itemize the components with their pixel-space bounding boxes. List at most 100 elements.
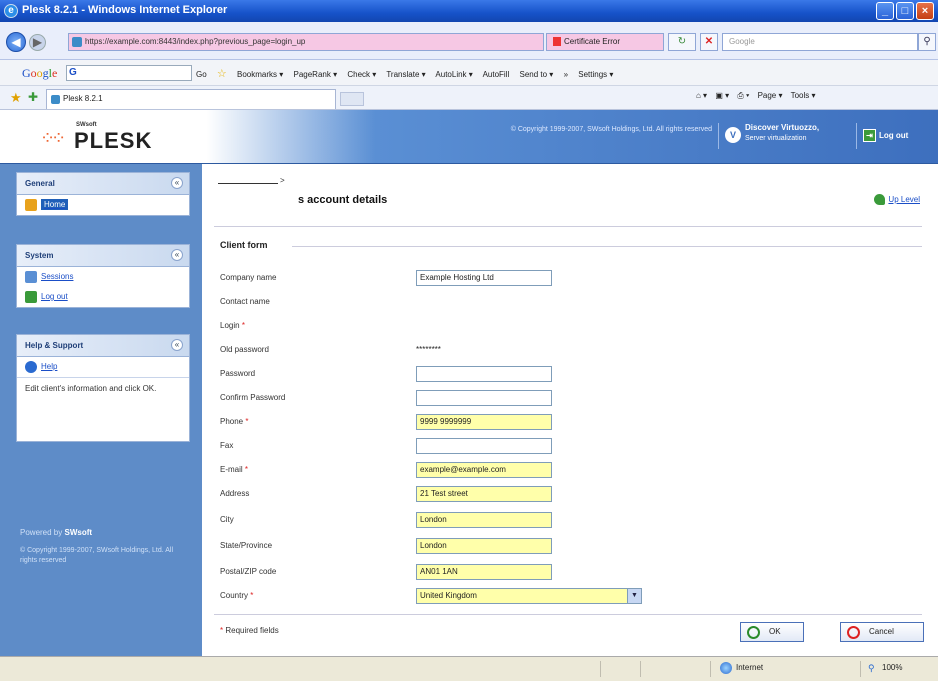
search-icon[interactable]: ⚲ (918, 33, 936, 51)
postal-code-field[interactable]: AN01 1AN (416, 564, 552, 580)
password-field[interactable] (416, 366, 552, 382)
country-label-text: Country (220, 591, 249, 600)
toolbar-pagerank[interactable]: PageRank ▾ (294, 70, 338, 79)
add-favorite-icon[interactable]: ✚ (28, 90, 38, 104)
google-logo: Google (22, 66, 58, 80)
breadcrumb-separator: > (280, 176, 285, 185)
cancel-button[interactable]: Cancel (840, 622, 924, 642)
collapse-icon[interactable]: « (171, 249, 183, 261)
toolbar-translate[interactable]: Translate ▾ (386, 70, 425, 79)
phone-field[interactable]: 9999 9999999 (416, 414, 552, 430)
row-old-password: Old password ******** (220, 342, 920, 360)
toolbar-autofill[interactable]: AutoFill (483, 70, 510, 79)
print-command[interactable]: ⎙ ▾ (737, 91, 749, 100)
country-selected-value: United Kingdom (420, 591, 477, 600)
minimize-button[interactable]: _ (876, 2, 894, 20)
discover-virtuozzo-link[interactable]: V Discover Virtuozzo, Server virtualizat… (718, 123, 850, 149)
maximize-button[interactable]: □ (896, 2, 914, 20)
toolbar-go[interactable]: Go (196, 70, 207, 79)
google-search-input[interactable]: G (66, 65, 192, 81)
feeds-command[interactable]: ▣ ▾ (715, 91, 729, 100)
address-bar-row: ◀ ▶ https://example.com:8443/index.php?p… (0, 22, 938, 60)
discover-subtitle: Server virtualization (745, 135, 807, 142)
search-input[interactable]: Google (722, 33, 918, 51)
fax-label: Fax (220, 441, 234, 450)
up-level-icon (874, 194, 886, 205)
email-field[interactable]: example@example.com (416, 462, 552, 478)
page-icon (72, 37, 82, 47)
window-title: Plesk 8.2.1 - Windows Internet Explorer (22, 4, 228, 16)
help-icon (25, 361, 37, 373)
tab-page-icon (51, 95, 60, 104)
company-name-field[interactable]: Example Hosting Ltd (416, 270, 552, 286)
forward-button[interactable]: ▶ (29, 34, 46, 51)
home-icon (25, 199, 37, 211)
divider (214, 226, 922, 227)
breadcrumb[interactable]: > (218, 174, 285, 185)
stop-button[interactable]: ✕ (700, 33, 718, 51)
toolbar-bookmarks[interactable]: Bookmarks ▾ (237, 70, 283, 79)
refresh-button[interactable]: ↻ (668, 33, 696, 51)
command-bar: ⌂ ▾ ▣ ▾ ⎙ ▾ Page ▾ Tools ▾ (696, 91, 821, 101)
sidebar-item-home[interactable]: Home (17, 195, 189, 215)
tab-plesk[interactable]: Plesk 8.2.1 (46, 89, 336, 109)
new-tab-button[interactable] (340, 92, 364, 106)
zoom-control[interactable]: ⚲ 100% (868, 663, 902, 673)
sidebar-system-title: System (25, 251, 54, 260)
status-divider (640, 661, 641, 677)
certificate-error-button[interactable]: Certificate Error (546, 33, 664, 51)
google-g-icon: G (69, 67, 77, 78)
ok-button[interactable]: OK (740, 622, 804, 642)
required-star: * (244, 465, 249, 474)
country-select[interactable]: United Kingdom ▼ (416, 588, 642, 604)
collapse-icon[interactable]: « (171, 177, 183, 189)
fax-field[interactable] (416, 438, 552, 454)
password-label: Password (220, 369, 256, 378)
row-postal: Postal/ZIP code AN01 1AN (220, 564, 920, 582)
sidebar-general: General « Home (16, 172, 190, 216)
up-level-link[interactable]: Up Level (874, 194, 920, 205)
collapse-icon[interactable]: « (171, 339, 183, 351)
logout-icon: ⇥ (863, 129, 876, 142)
sidebar-help: Help & Support « Help Edit client's info… (16, 334, 190, 442)
home-command[interactable]: ⌂ ▾ (696, 91, 707, 100)
close-window-button[interactable]: × (916, 2, 934, 20)
sidebar-item-logout[interactable]: Log out (17, 287, 189, 307)
row-company: Company name Example Hosting Ltd (220, 270, 920, 288)
confirm-password-field[interactable] (416, 390, 552, 406)
sidebar-item-sessions[interactable]: Sessions (17, 267, 189, 287)
old-password-value: ******** (416, 345, 441, 354)
header-logout-button[interactable]: ⇥ Log out (856, 123, 930, 149)
tools-menu[interactable]: Tools ▾ (791, 91, 816, 100)
old-password-label: Old password (220, 345, 269, 354)
back-button[interactable]: ◀ (6, 32, 26, 52)
city-field[interactable]: London (416, 512, 552, 528)
required-note-text: Required fields (225, 626, 279, 635)
sidebar-help-header: Help & Support « (17, 335, 189, 357)
toolbar-more[interactable]: » (564, 70, 568, 79)
plesk-wordmark: PLESK (74, 128, 153, 153)
state-label: State/Province (220, 541, 273, 550)
toolbar-check[interactable]: Check ▾ (347, 70, 376, 79)
favorites-star-icon[interactable]: ★ (10, 90, 22, 106)
security-zone[interactable]: Internet (720, 662, 764, 674)
zone-label: Internet (736, 663, 764, 672)
sidebar-item-sessions-label: Sessions (41, 272, 74, 281)
address-bar[interactable]: https://example.com:8443/index.php?previ… (68, 33, 544, 51)
form-legend: Client form (220, 240, 276, 250)
up-level-label: Up Level (888, 195, 920, 204)
state-field[interactable]: London (416, 538, 552, 554)
row-password: Password (220, 366, 920, 384)
cancel-icon (847, 626, 860, 639)
page-menu[interactable]: Page ▾ (758, 91, 783, 100)
sidebar-item-help[interactable]: Help (17, 357, 189, 377)
chevron-down-icon[interactable]: ▼ (627, 589, 641, 603)
main-content: > s account details Up Level Client form… (202, 164, 938, 656)
toolbar-autolink[interactable]: AutoLink ▾ (435, 70, 472, 79)
toolbar-settings[interactable]: Settings ▾ (578, 70, 613, 79)
toolbar-sendto[interactable]: Send to ▾ (520, 70, 554, 79)
address-field[interactable]: 21 Test street (416, 486, 552, 502)
virtuozzo-icon: V (725, 127, 741, 143)
email-label-text: E-mail (220, 465, 243, 474)
login-label-text: Login (220, 321, 240, 330)
